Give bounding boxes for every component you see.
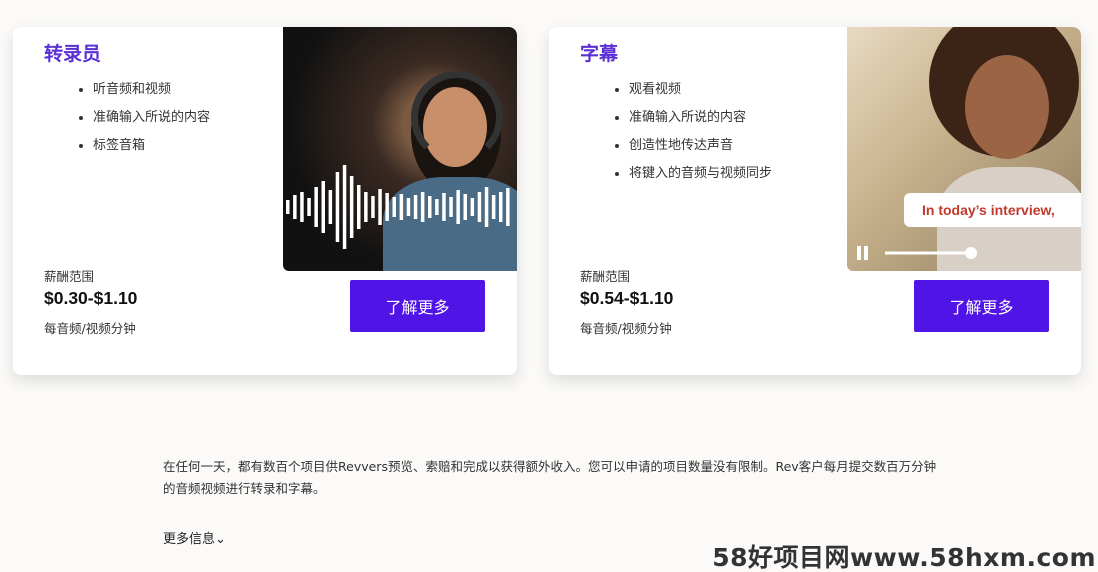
- pay-range-value: $0.54-$1.10: [580, 288, 674, 308]
- waveform-bar: [286, 200, 290, 214]
- audio-waveform: [286, 165, 510, 249]
- person-face: [965, 55, 1049, 159]
- waveform-bar: [328, 190, 333, 224]
- waveform-bar: [442, 193, 446, 221]
- waveform-bar: [307, 198, 311, 216]
- waveform-bar: [342, 165, 347, 249]
- list-item: 听音频和视频: [93, 81, 210, 109]
- video-player-controls: [857, 246, 977, 260]
- waveform-bar: [357, 185, 361, 229]
- list-item: 观看视频: [629, 81, 772, 109]
- pay-unit: 每音频/视频分钟: [580, 321, 672, 336]
- duties-list: 观看视频 准确输入所说的内容 创造性地传达声音 将键入的音频与视频同步: [629, 81, 772, 193]
- transcriptionist-card: 转录员 听音频和视频 准确输入所说的内容 标签音箱 薪酬范围 $0.30-$1.…: [13, 27, 517, 375]
- pay-range-value: $0.30-$1.10: [44, 288, 138, 308]
- waveform-bar: [428, 196, 432, 218]
- progress-handle[interactable]: [965, 247, 977, 259]
- waveform-bar: [435, 199, 439, 215]
- pay-range-label: 薪酬范围: [44, 269, 95, 284]
- waveform-bar: [470, 198, 475, 216]
- transcriptionist-photo: [283, 27, 517, 271]
- waveform-bar: [484, 187, 489, 227]
- chevron-down-icon: ⌄: [215, 532, 226, 547]
- caption-overlay: In today’s interview,: [904, 193, 1081, 227]
- more-info-link[interactable]: 更多信息⌄: [163, 528, 226, 547]
- card-title: 转录员: [44, 43, 102, 65]
- waveform-bar: [392, 197, 396, 217]
- waveform-bar: [300, 192, 304, 222]
- waveform-bar: [314, 187, 318, 227]
- waveform-bar: [321, 181, 325, 233]
- waveform-bar: [385, 193, 389, 221]
- more-info-label: 更多信息: [163, 532, 216, 547]
- captioner-card: 字幕 观看视频 准确输入所说的内容 创造性地传达声音 将键入的音频与视频同步 I…: [549, 27, 1081, 375]
- list-item: 标签音箱: [93, 137, 210, 165]
- waveform-bar: [335, 172, 340, 242]
- waveform-bar: [349, 176, 354, 238]
- watermark: 58好项目网www.58hxm.com: [712, 543, 1096, 572]
- list-item: 准确输入所说的内容: [629, 109, 772, 137]
- pay-unit: 每音频/视频分钟: [44, 321, 136, 336]
- list-item: 准确输入所说的内容: [93, 109, 210, 137]
- list-item: 创造性地传达声音: [629, 137, 772, 165]
- headphones-icon: [411, 71, 503, 163]
- waveform-bar: [477, 192, 482, 222]
- waveform-bar: [399, 194, 404, 220]
- waveform-bar: [499, 192, 503, 222]
- waveform-bar: [378, 189, 382, 225]
- intro-paragraph: 在任何一天，都有数百个项目供Revvers预览、索赔和完成以获得额外收入。您可以…: [163, 459, 937, 496]
- waveform-bar: [413, 195, 418, 219]
- pause-icon[interactable]: [857, 246, 868, 260]
- waveform-bar: [420, 192, 425, 222]
- waveform-bar: [506, 188, 510, 226]
- duties-list: 听音频和视频 准确输入所说的内容 标签音箱: [93, 81, 210, 165]
- list-item: 将键入的音频与视频同步: [629, 165, 772, 193]
- learn-more-button[interactable]: 了解更多: [350, 280, 485, 332]
- waveform-bar: [449, 197, 453, 217]
- waveform-bar: [491, 195, 496, 219]
- card-title: 字幕: [580, 43, 619, 65]
- waveform-bar: [293, 195, 297, 219]
- waveform-bar: [364, 192, 368, 222]
- pay-range-label: 薪酬范围: [580, 269, 631, 284]
- learn-more-button[interactable]: 了解更多: [914, 280, 1049, 332]
- waveform-bar: [463, 194, 467, 220]
- waveform-bar: [406, 198, 411, 216]
- captioner-photo: In today’s interview,: [847, 27, 1081, 271]
- waveform-bar: [371, 196, 375, 218]
- waveform-bar: [456, 190, 460, 224]
